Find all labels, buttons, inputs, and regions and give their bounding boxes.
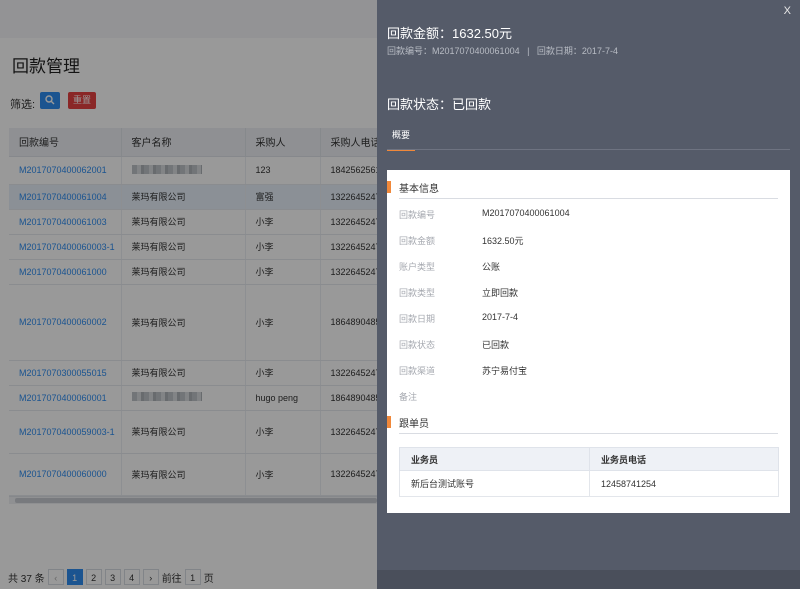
detail-card: 基本信息 回款编号 M2017070400061004 回款金额 1632.50… — [387, 170, 790, 513]
field-label: 回款编号 — [399, 210, 436, 220]
section-title: 跟单员 — [399, 419, 429, 430]
payment-sub-info: 回款编号：M2017070400061004 | 回款日期：2017-7-4 — [387, 46, 618, 56]
section-title: 基本信息 — [399, 184, 439, 195]
field-value: 2017-7-4 — [482, 312, 519, 322]
field-label: 回款状态 — [399, 340, 436, 350]
field-label: 回款日期 — [399, 314, 436, 324]
field-value: 1632.50元 — [482, 236, 524, 246]
field-label: 回款金额 — [399, 236, 436, 246]
section-header-basic: 基本信息 — [387, 179, 778, 199]
section-marker — [387, 181, 391, 193]
amount-title: 回款金额：1632.50元 — [387, 26, 512, 41]
payment-list-page: 回款管理 筛选: 重置 回款编号 客户名称 采购人 采购人电话 M2017070… — [0, 0, 377, 589]
drawer-footer — [377, 570, 800, 589]
modal-overlay[interactable] — [0, 0, 377, 589]
close-icon[interactable]: X — [784, 5, 791, 17]
field-label: 回款渠道 — [399, 366, 436, 376]
tab-divider — [387, 149, 790, 150]
staff-name: 新后台测试账号 — [399, 470, 590, 497]
section-header-staff: 跟单员 — [387, 414, 778, 434]
field-value: 已回款 — [482, 340, 510, 350]
field-value: 立即回款 — [482, 288, 519, 298]
field-label: 备注 — [399, 392, 418, 402]
tab-overview[interactable]: 概要 — [387, 128, 415, 151]
table-row: 新后台测试账号 12458741254 — [399, 470, 779, 497]
col-header-staff-name: 业务员 — [399, 447, 590, 471]
payment-detail-drawer: X 回款金额：1632.50元 回款编号：M2017070400061004 |… — [377, 0, 800, 589]
staff-phone: 12458741254 — [589, 470, 779, 497]
section-marker — [387, 416, 391, 428]
divider — [399, 433, 778, 434]
field-value: 苏宁易付宝 — [482, 366, 528, 376]
staff-table: 业务员 业务员电话 新后台测试账号 12458741254 — [399, 447, 779, 497]
field-value: M2017070400061004 — [482, 208, 570, 218]
col-header-staff-phone: 业务员电话 — [589, 447, 779, 471]
divider — [399, 198, 778, 199]
field-value: 公账 — [482, 262, 501, 272]
field-label: 回款类型 — [399, 288, 436, 298]
status-title: 回款状态：已回款 — [387, 97, 492, 112]
field-label: 账户类型 — [399, 262, 436, 272]
